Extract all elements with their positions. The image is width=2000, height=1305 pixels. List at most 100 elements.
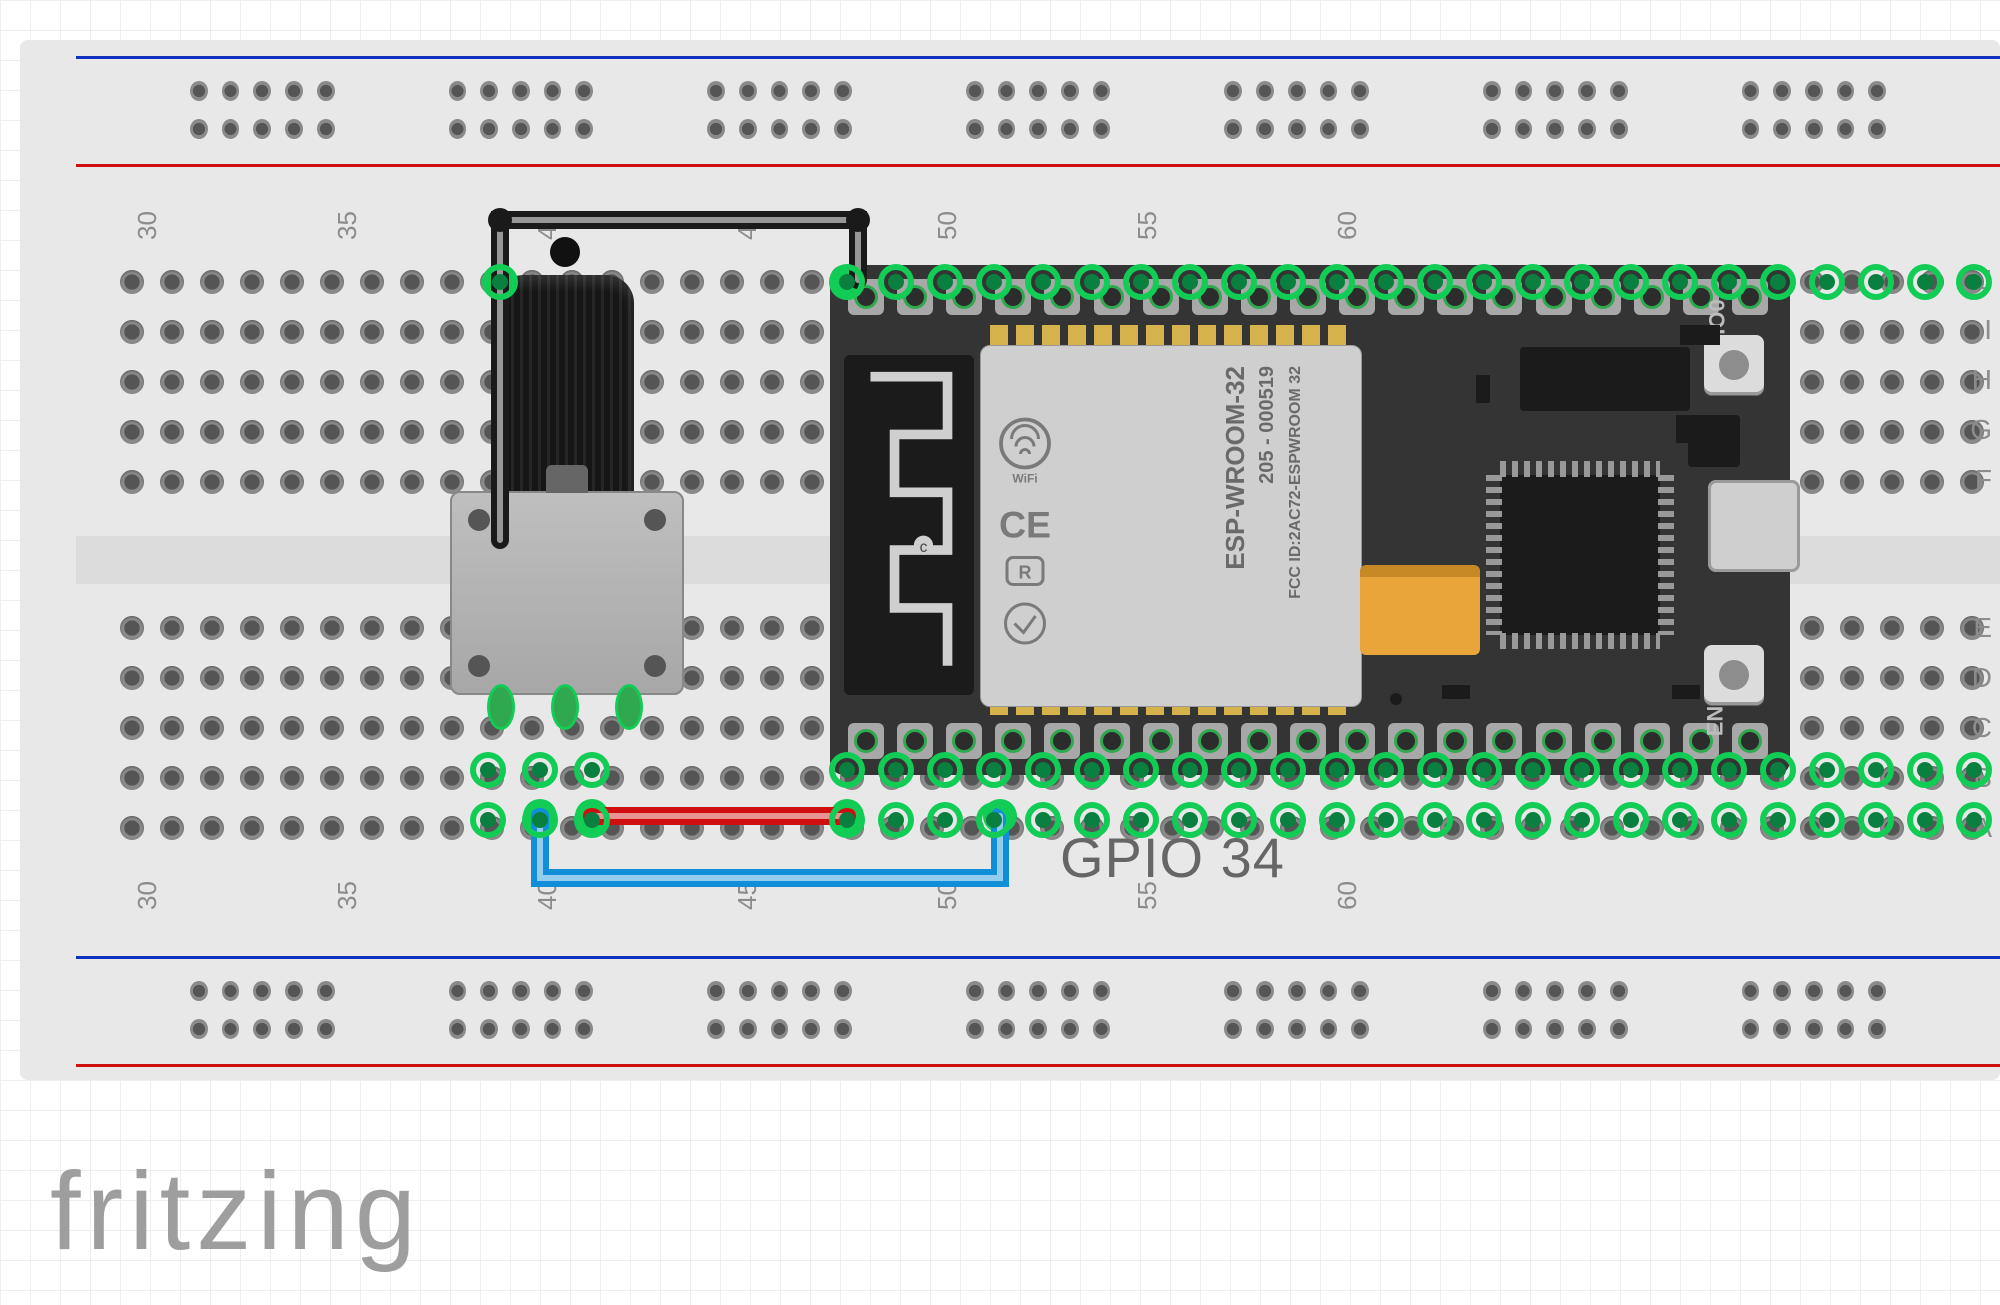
row-label-G: G [1970, 414, 1992, 446]
shield-serial: 205 - 000519 [1256, 366, 1279, 484]
antenna-trace: c [856, 367, 962, 675]
esp32-pin [1192, 723, 1228, 759]
esp32-pin [1094, 723, 1130, 759]
fiducial [1390, 693, 1402, 705]
column-label-45: 45 [732, 881, 763, 910]
micro-usb-port[interactable] [1708, 480, 1800, 572]
top-rail-row-2 [190, 118, 2000, 140]
chip-pins-top [1500, 461, 1660, 477]
esp32-pin [1388, 279, 1424, 315]
column-label-60: 60 [1332, 881, 1363, 910]
column-label-30: 30 [132, 881, 163, 910]
esp32-pin [1437, 723, 1473, 759]
esp32-pin [1290, 723, 1326, 759]
smd-component-2 [1688, 415, 1740, 467]
column-label-50: 50 [932, 211, 963, 240]
esp32-pin-header-top [848, 279, 1768, 317]
boot-button-cap [1719, 350, 1749, 380]
pot-screw-tl [468, 509, 490, 531]
esp32-pin [848, 279, 884, 315]
shield-marks: WiFi CE R [995, 356, 1115, 696]
column-label-30: 30 [132, 211, 163, 240]
potentiometer-neck [546, 465, 588, 493]
esp32-pin [1437, 279, 1473, 315]
shield-module-name: ESP-WROOM-32 [1220, 366, 1251, 570]
esp32-pin [1044, 279, 1080, 315]
esp32-pin [1094, 279, 1130, 315]
en-button[interactable]: EN [1704, 645, 1764, 705]
pot-leg-2 [554, 687, 576, 727]
esp32-pin [1339, 723, 1375, 759]
esp32-pin [897, 723, 933, 759]
esp32-antenna: c [844, 355, 974, 695]
column-label-60: 60 [1332, 211, 1363, 240]
esp32-pin [1536, 723, 1572, 759]
esp32-pin [1585, 723, 1621, 759]
esp32-pin [1192, 279, 1228, 315]
shield-fcc: FCC ID:2AC72-ESPWROOM 32 [1287, 366, 1305, 599]
bottom-ground-rail-line [76, 956, 2000, 959]
en-button-cap [1719, 660, 1749, 690]
esp32-pin [1044, 723, 1080, 759]
esp32-pin [1732, 723, 1768, 759]
ce-mark-text: CE [999, 503, 1051, 545]
top-ground-rail-line [76, 56, 2000, 59]
passive-4 [1442, 685, 1470, 699]
esp32-pin [1241, 723, 1277, 759]
bottom-rail-row-2 [190, 1018, 2000, 1040]
pot-screw-tr [644, 509, 666, 531]
esp32-pin [1339, 279, 1375, 315]
passive-1 [1676, 415, 1690, 443]
esp32-pin [897, 279, 933, 315]
esp32-pin [995, 279, 1031, 315]
row-label-B: B [1973, 762, 1992, 794]
svg-text:c: c [920, 539, 928, 556]
esp32-module[interactable]: c ESP-WROOM-32 205 - 000519 FCC ID:2AC72… [830, 265, 1790, 775]
bottom-power-rail-line [76, 1064, 2000, 1067]
pot-screw-bl [468, 655, 490, 677]
wifi-mark-text: WiFi [1012, 472, 1037, 486]
esp32-pin [1143, 723, 1179, 759]
esp32-pin [946, 723, 982, 759]
usb-uart-chip [1500, 475, 1660, 635]
en-button-label: EN [1702, 706, 1728, 737]
passive-3 [1476, 375, 1490, 403]
esp32-pin [1290, 279, 1326, 315]
column-label-50: 50 [932, 881, 963, 910]
smd-component-1 [1520, 347, 1690, 411]
esp32-pin [995, 723, 1031, 759]
column-label-45: 45 [732, 211, 763, 240]
column-label-35: 35 [332, 881, 363, 910]
pot-leg-3 [618, 687, 640, 727]
top-rail-row-1 [190, 80, 2000, 102]
chip-pins-left [1486, 475, 1502, 635]
potentiometer-knob-tip [550, 237, 580, 267]
row-label-E: E [1973, 612, 1992, 644]
esp32-pin [1388, 723, 1424, 759]
row-label-C: C [1972, 712, 1992, 744]
esp32-pin [1536, 279, 1572, 315]
esp32-pin [946, 279, 982, 315]
esp32-pin-header-bottom [848, 723, 1768, 761]
potentiometer-body [450, 491, 684, 695]
row-label-D: D [1972, 662, 1992, 694]
fritzing-watermark: fritzing [50, 1148, 422, 1275]
esp32-pin [1634, 723, 1670, 759]
row-label-F: F [1975, 464, 1992, 496]
pot-leg-1 [490, 687, 512, 727]
r-mark-text: R [1019, 563, 1032, 583]
pot-screw-br [644, 655, 666, 677]
diagram-stage: 30354045505560 30354045505560 JIHGFEDCBA [0, 0, 2000, 1305]
row-label-H: H [1972, 364, 1992, 396]
row-label-A: A [1973, 812, 1992, 844]
esp32-pin [1486, 723, 1522, 759]
row-label-I: I [1984, 314, 1992, 346]
column-label-40: 40 [532, 881, 563, 910]
gpio34-label: GPIO 34 [1060, 825, 1285, 890]
potentiometer[interactable] [450, 405, 680, 695]
top-power-rail-line [76, 164, 2000, 167]
column-label-55: 55 [1132, 211, 1163, 240]
row-label-J: J [1978, 264, 1992, 296]
passive-5 [1672, 685, 1700, 699]
esp32-pin [1143, 279, 1179, 315]
